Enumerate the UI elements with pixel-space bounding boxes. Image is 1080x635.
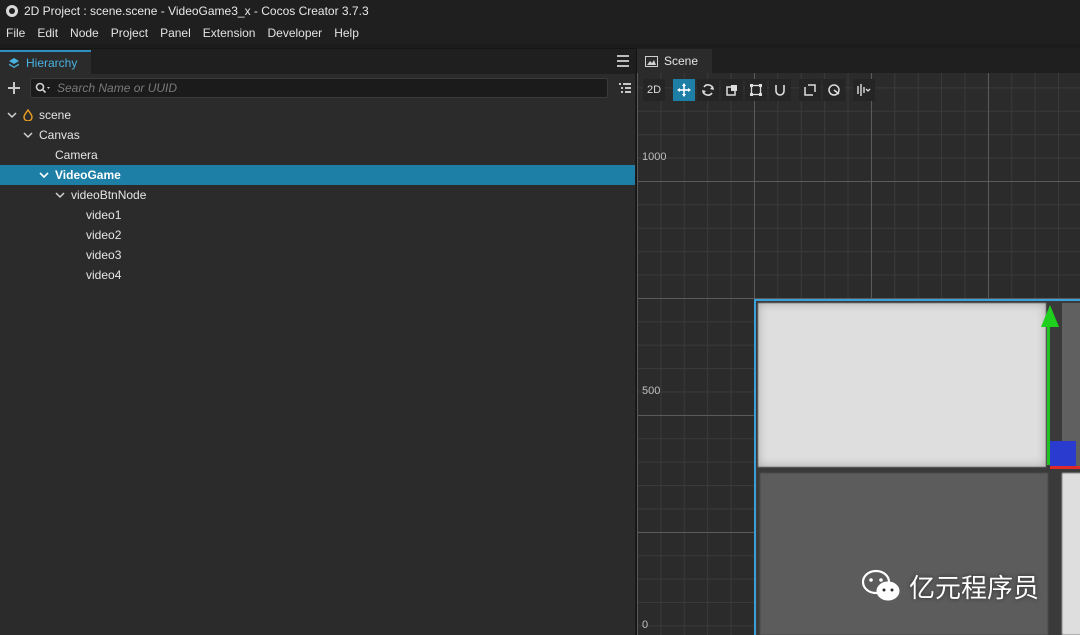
rotate-icon (702, 84, 714, 96)
add-node-button[interactable] (6, 80, 22, 96)
axis-label-0: 0 (642, 619, 649, 631)
search-icon (35, 82, 50, 94)
move-icon (677, 83, 691, 97)
rect-transform-icon (750, 84, 762, 96)
tab-hierarchy[interactable]: Hierarchy (0, 50, 92, 74)
tree-node-camera[interactable]: Camera (0, 145, 635, 165)
hamburger-menu-icon[interactable] (617, 55, 629, 67)
magnet-icon (775, 85, 785, 96)
hierarchy-search-row (0, 74, 635, 102)
tree-node-label: video2 (86, 228, 122, 242)
tree-node-label: VideoGame (55, 168, 121, 182)
gizmo-center-handle[interactable] (1050, 441, 1076, 467)
scale-tool-button[interactable] (721, 79, 743, 101)
scene-drop-icon (23, 109, 33, 121)
scene-image-icon (645, 55, 658, 67)
watermark-text: 亿元程序员 (909, 573, 1040, 604)
waveform-icon (857, 84, 871, 96)
tree-node-videogame[interactable]: VideoGame (0, 165, 635, 185)
menu-help[interactable]: Help (330, 26, 363, 40)
gizmo-y-arrow-icon[interactable] (1041, 305, 1059, 327)
menu-file[interactable]: File (2, 26, 29, 40)
tree-node-label: video4 (86, 268, 122, 282)
search-input[interactable] (51, 80, 607, 96)
snap-tool-button[interactable] (769, 79, 791, 101)
tree-node-label: video3 (86, 248, 122, 262)
hierarchy-tabbar: Hierarchy (0, 49, 635, 74)
local-global-icon (828, 84, 840, 96)
axis-label-1000: 1000 (642, 151, 667, 163)
chevron-down-icon[interactable] (23, 130, 33, 140)
video-panel-dark[interactable] (760, 473, 1048, 635)
tree-node-label: Canvas (39, 128, 80, 142)
tree-node-label: Camera (55, 148, 98, 162)
tab-scene-label: Scene (664, 54, 699, 68)
axis-label-500: 500 (642, 385, 661, 397)
tab-hierarchy-label: Hierarchy (26, 56, 78, 70)
node-tree: scene Canvas Camera VideoGame videoBtnNo (0, 105, 635, 285)
tab-scene[interactable]: Scene (637, 49, 713, 73)
tree-node-video2[interactable]: video2 (0, 225, 635, 245)
watermark: 亿元程序员 (861, 566, 1039, 606)
menu-edit[interactable]: Edit (33, 26, 62, 40)
scene-viewport[interactable]: 2D 1000 500 0 (637, 73, 1080, 635)
rect-tool-button[interactable] (745, 79, 767, 101)
scene-toolbar: 2D (643, 79, 877, 101)
menu-bar: File Edit Node Project Panel Extension D… (0, 22, 1080, 44)
chevron-down-icon[interactable] (39, 170, 49, 180)
tree-node-video3[interactable]: video3 (0, 245, 635, 265)
menu-developer[interactable]: Developer (263, 26, 326, 40)
window-title: 2D Project : scene.scene - VideoGame3_x … (24, 4, 369, 18)
space-tool-button[interactable] (823, 79, 845, 101)
search-box (30, 78, 608, 98)
scale-icon (726, 85, 737, 96)
tree-node-label: scene (39, 108, 72, 122)
tree-node-label: videoBtnNode (71, 188, 147, 202)
title-bar: 2D Project : scene.scene - VideoGame3_x … (0, 0, 1080, 22)
tree-node-video1[interactable]: video1 (0, 205, 635, 225)
menu-project[interactable]: Project (107, 26, 152, 40)
tree-node-videobtnnode[interactable]: videoBtnNode (0, 185, 635, 205)
cocos-logo-icon (6, 5, 18, 17)
tree-node-video4[interactable]: video4 (0, 265, 635, 285)
menu-extension[interactable]: Extension (199, 26, 260, 40)
chevron-down-icon[interactable] (7, 110, 17, 120)
move-tool-button[interactable] (673, 79, 695, 101)
chevron-down-icon[interactable] (55, 190, 65, 200)
pivot-icon (804, 84, 816, 96)
wechat-icon (861, 569, 900, 601)
pivot-tool-button[interactable] (799, 79, 821, 101)
tree-node-scene[interactable]: scene (0, 105, 635, 125)
tree-node-canvas[interactable]: Canvas (0, 125, 635, 145)
menu-panel[interactable]: Panel (156, 26, 195, 40)
scene-tabbar: Scene (637, 48, 1080, 73)
video-panel-light-right[interactable] (1062, 473, 1080, 635)
menu-node[interactable]: Node (66, 26, 103, 40)
tree-node-label: video1 (86, 208, 122, 222)
scene-panel: Scene 2D 1000 500 0 (636, 48, 1080, 635)
rotate-tool-button[interactable] (697, 79, 719, 101)
audio-options-button[interactable] (853, 79, 875, 101)
gizmo-x-axis[interactable] (1050, 466, 1080, 469)
video-panel-light[interactable] (758, 303, 1046, 467)
mode-2d-button[interactable]: 2D (643, 79, 665, 101)
sort-list-icon[interactable] (618, 81, 632, 95)
layers-icon (9, 58, 19, 68)
hierarchy-panel: Hierarchy Search Name or UUID scene Canv… (0, 48, 635, 635)
